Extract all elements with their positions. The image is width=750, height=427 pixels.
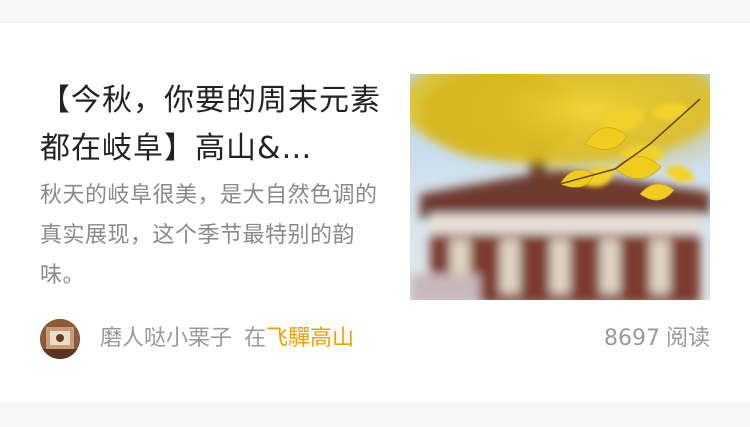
article-title[interactable]: 【今秋，你要的周末元素都在岐阜】高山&… — [40, 77, 392, 173]
author-line: 磨人哒小栗子 在飞驒高山 — [100, 325, 354, 353]
article-description: 秋天的岐阜很美，是大自然色调的真实展现，这个季节最特别的韵味。 — [40, 183, 378, 288]
read-count-value: 8697 — [603, 326, 660, 351]
location-link[interactable]: 飞驒高山 — [266, 326, 354, 351]
article-footer: 磨人哒小栗子 在飞驒高山 8697 阅读 — [40, 317, 710, 361]
page: 【今秋，你要的周末元素都在岐阜】高山&… 秋天的岐阜很美，是大自然色调的真实展现… — [0, 0, 750, 427]
author-name[interactable]: 磨人哒小栗子 — [100, 326, 232, 351]
user-avatar-icon[interactable] — [40, 319, 80, 359]
read-count-label: 阅读 — [665, 326, 710, 351]
location-prefix: 在 — [244, 326, 267, 351]
article-thumbnail[interactable] — [410, 74, 710, 300]
article-card[interactable]: 【今秋，你要的周末元素都在岐阜】高山&… 秋天的岐阜很美，是大自然色调的真实展现… — [0, 22, 750, 404]
read-count: 8697 阅读 — [604, 325, 710, 353]
ginkgo-pagoda-photo-icon — [410, 74, 710, 300]
